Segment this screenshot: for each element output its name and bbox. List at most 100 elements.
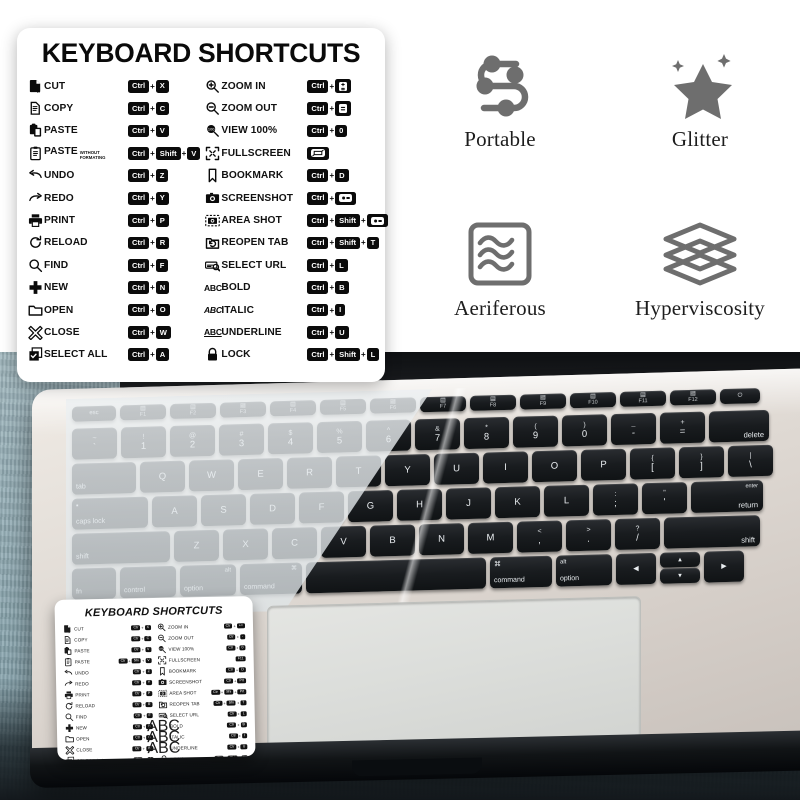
keycap-ctrl: Ctrl (128, 79, 150, 93)
find-icon (27, 258, 44, 273)
mini-shortcut-keys: Ctr + P (132, 690, 153, 697)
shortcut-label: FULLSCREEN (221, 147, 291, 159)
shortcut-label: BOLD (221, 282, 251, 294)
keycap-r: R (155, 236, 170, 250)
keycap-ctrl: Ctrl (307, 303, 329, 317)
new-icon (65, 724, 74, 733)
key-plus-separator: + (329, 193, 335, 203)
cut-icon: x (63, 625, 72, 634)
keyboard-key: J (446, 487, 491, 520)
shortcut-keys: Ctrl + Y (128, 191, 190, 205)
keyboard-key: ◀ (616, 552, 656, 585)
keycap-ctrl: Ctrl (307, 124, 329, 138)
keycap-t: T (366, 236, 380, 250)
keycap-ctrl: Ctrl (128, 124, 150, 138)
shortcut-keys: Ctrl + (307, 101, 352, 116)
feature-item: Glitter (600, 14, 800, 183)
keyboard-key: * 8 (464, 416, 509, 450)
keyboard-key: + = (660, 411, 705, 444)
keycap-ctrl: Ctrl (307, 258, 329, 272)
keyboard-key: S (201, 494, 246, 527)
keyboard-key: R (287, 456, 332, 489)
shortcut-label: REOPEN TAB (221, 237, 289, 249)
mini-shortcut-label: RELOAD (75, 703, 96, 709)
undo-icon (27, 168, 44, 183)
mini-shortcut-label: UNDERLINE (170, 745, 198, 751)
shortcut-row: REDO Ctrl + Y (27, 187, 200, 209)
shortcut-row: PASTE Ctrl + V (27, 120, 200, 142)
mini-shortcut-label: COPY (74, 637, 88, 643)
key-plus-separator: + (329, 283, 335, 293)
keyboard-key: >. (566, 519, 611, 552)
mini-shortcut-keys: Ctr + Shi + T (213, 699, 247, 707)
shortcut-row: ABC BOLD Ctrl + B (204, 277, 387, 299)
print-icon (64, 691, 73, 700)
shortcut-label: LOCK (221, 349, 251, 361)
keyboard-key: ^ 6 (366, 419, 411, 452)
shortcut-row: LOCK Ctrl + Shift + L (204, 344, 387, 366)
shortcut-label: OPEN (44, 304, 74, 316)
keyboard-key: Y (385, 454, 430, 487)
mini-shortcut-label: SCREENSHOT (169, 679, 203, 685)
keycap-0: 0 (335, 124, 348, 138)
keyboard-key: ) 0 (562, 414, 607, 447)
keyboard-key: V (321, 525, 366, 558)
shortcut-keys: Ctrl + A (128, 348, 190, 362)
keycap-n: N (155, 281, 170, 295)
mini-shortcut-label: BOOKMARK (168, 668, 197, 674)
keyboard-key: B (370, 524, 415, 557)
feature-label: Portable (464, 127, 536, 151)
new-icon (27, 280, 44, 295)
keyboard-key: N (419, 523, 464, 556)
key-plus-separator: + (329, 171, 335, 181)
key-plus-separator: + (361, 350, 366, 360)
feature-label: Aeriferous (454, 296, 546, 320)
view-100-icon: 100 (157, 645, 166, 654)
key-plus-separator: + (329, 104, 335, 114)
shortcut-keys: Ctrl + W (128, 326, 190, 339)
keyboard-key: @2 (170, 424, 215, 458)
keycap-ctrl: Ctrl (307, 236, 329, 250)
shortcut-row: SELECT URL Ctrl + L (204, 254, 387, 276)
mini-shortcut-keys: Ctr + Shi + Prt (210, 688, 247, 696)
shortcut-keys (307, 146, 330, 160)
close-icon (27, 325, 44, 340)
mini-shortcut-keys: Ctr + Y (132, 679, 153, 686)
keycap-v: V (187, 146, 201, 160)
key-plus-separator: + (150, 171, 155, 181)
keyboard-key: | \ (728, 444, 773, 477)
mini-shortcut-keys: Ctr + U (227, 743, 248, 750)
shortcut-keys: Ctrl + (307, 191, 357, 205)
shortcut-row: REOPEN TAB Ctrl + Shift + T (204, 232, 387, 254)
key-plus-separator: + (329, 81, 335, 91)
select-all-icon (27, 347, 44, 362)
zoom-out-icon (157, 634, 166, 643)
shortcut-keys: Ctrl + Shift + V (128, 146, 201, 160)
shortcut-label: UNDO (44, 170, 75, 182)
svg-text:x: x (37, 89, 40, 94)
key-plus-separator: + (329, 238, 335, 248)
mini-card-left-column: x CUT Ctr + X COPY Ctr + C PASTE Ctr + V PASTE… (63, 622, 154, 760)
underline-abc-icon: ABC (147, 739, 181, 757)
keyboard-key: C (272, 527, 317, 560)
shortcut-label: CLOSE (44, 326, 80, 338)
mini-shortcut-label: ZOOM IN (167, 624, 189, 630)
keycap-ctrl: Ctrl (307, 102, 329, 115)
keycap-d: D (335, 169, 349, 183)
close-icon (65, 746, 75, 755)
mini-shortcut-label: PASTE (74, 648, 90, 654)
screenshot-icon (158, 678, 167, 687)
mini-shortcut-keys: Ctr +0 (226, 644, 246, 651)
keyboard-key: & 7 (415, 418, 460, 451)
mini-shortcut-label: FULLSCREEN (168, 657, 201, 663)
shortcut-label: PRINT (44, 215, 76, 227)
mini-shortcut-label: REDO (75, 681, 89, 687)
shortcut-label: UNDERLINE (221, 326, 282, 338)
keyboard-key: ⌘ command (490, 555, 552, 589)
bookmark-icon (204, 168, 221, 183)
layers-icon (661, 214, 739, 294)
keycap-shift: Shift (335, 214, 360, 227)
mini-shortcut-label: NEW (75, 725, 88, 731)
shortcut-label: NEW (44, 282, 69, 294)
mini-shortcut-keys: Ctr + Shi + V (118, 657, 152, 664)
